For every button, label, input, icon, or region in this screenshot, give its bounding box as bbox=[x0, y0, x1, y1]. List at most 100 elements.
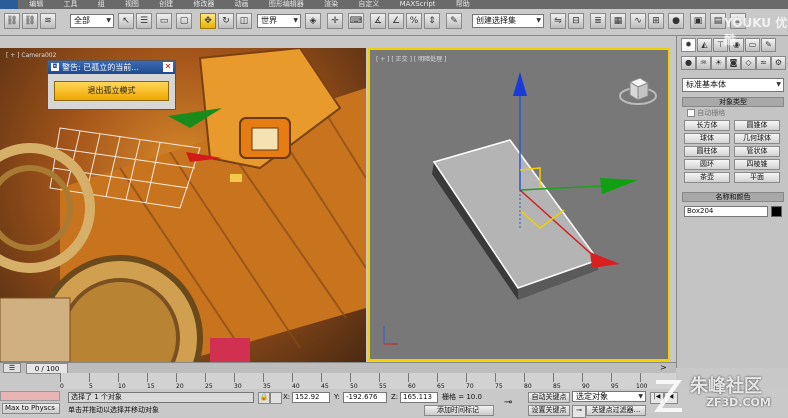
unlink-icon[interactable]: ⛓ bbox=[22, 13, 38, 29]
track-bar[interactable]: 0 5 10 15 20 25 30 35 40 45 50 55 60 65 … bbox=[60, 373, 676, 390]
graphite-tools-icon[interactable]: ▦ bbox=[610, 13, 626, 29]
selection-filter-dropdown[interactable]: 全部 bbox=[70, 14, 114, 28]
close-icon[interactable]: ✕ bbox=[163, 62, 173, 72]
select-object-icon[interactable]: ↖ bbox=[118, 13, 134, 29]
tick-mark bbox=[176, 373, 177, 382]
tick-mark bbox=[379, 373, 380, 382]
modify-tab-icon[interactable]: ◭ bbox=[697, 38, 712, 52]
sphere-button[interactable]: 球体 bbox=[684, 133, 730, 144]
align-icon[interactable]: ⊟ bbox=[568, 13, 584, 29]
app-logo-icon[interactable] bbox=[0, 0, 18, 9]
tick-mark bbox=[582, 373, 583, 382]
tick-mark bbox=[524, 373, 525, 382]
spinner-snap-icon[interactable]: ⇕ bbox=[424, 13, 440, 29]
select-by-name-icon[interactable]: ☰ bbox=[136, 13, 152, 29]
maxscript-listener-mini[interactable] bbox=[0, 391, 60, 401]
key-icon[interactable]: ⊸ bbox=[504, 397, 512, 408]
exit-isolation-button[interactable]: 退出孤立模式 bbox=[54, 81, 169, 101]
name-and-color-rollout-header[interactable]: 名称和颜色 bbox=[682, 192, 784, 202]
cameras-icon[interactable]: ◙ bbox=[726, 56, 741, 70]
select-and-move-icon[interactable]: ✥ bbox=[200, 13, 216, 29]
material-editor-icon[interactable]: ● bbox=[668, 13, 684, 29]
torus-button[interactable]: 圆环 bbox=[684, 159, 730, 170]
menu-item-animation[interactable]: 动画 bbox=[226, 0, 258, 9]
zhufeng-logo-icon bbox=[654, 380, 682, 412]
autogrid-check-icon[interactable] bbox=[687, 109, 695, 117]
next-frame-icon[interactable]: > bbox=[660, 363, 667, 373]
isolate-warning-title-bar[interactable]: ◘ 警告: 已孤立的当前... ✕ bbox=[48, 61, 175, 74]
object-color-swatch[interactable] bbox=[771, 206, 782, 217]
bind-to-space-warp-icon[interactable]: ≋ bbox=[40, 13, 56, 29]
menu-item-create[interactable]: 创建 bbox=[150, 0, 182, 9]
create-tab-icon[interactable]: ✹ bbox=[681, 38, 696, 52]
select-and-rotate-icon[interactable]: ↻ bbox=[218, 13, 234, 29]
layer-manager-icon[interactable]: ≣ bbox=[590, 13, 606, 29]
lights-icon[interactable]: ☀ bbox=[711, 56, 726, 70]
menu-item-graph-editors[interactable]: 图形编辑器 bbox=[260, 0, 313, 9]
menu-item-customize[interactable]: 自定义 bbox=[349, 0, 388, 9]
key-mode-dropdown[interactable]: 选定对象 bbox=[572, 391, 646, 402]
object-name-field[interactable]: Box204 bbox=[684, 206, 768, 217]
orthographic-viewport[interactable]: [ + ] [ 正交 ] [ 明暗处理 ] bbox=[368, 48, 670, 361]
timeline-toggle-icon[interactable]: ☰ bbox=[3, 363, 21, 373]
lock-selection-icon[interactable]: 🔒 bbox=[258, 392, 270, 404]
select-and-scale-icon[interactable]: ◫ bbox=[236, 13, 252, 29]
reference-coordinate-dropdown[interactable]: 世界 bbox=[257, 14, 301, 28]
window-crossing-icon[interactable]: ▢ bbox=[176, 13, 192, 29]
pyramid-button[interactable]: 四棱锥 bbox=[734, 159, 780, 170]
x-coordinate-field[interactable]: 152.92 bbox=[292, 392, 330, 403]
menu-item-maxscript[interactable]: MAXScript bbox=[391, 0, 445, 9]
key-filters-button[interactable]: 关键点过滤器... bbox=[586, 405, 646, 416]
mirror-icon[interactable]: ⇋ bbox=[550, 13, 566, 29]
edit-named-selection-icon[interactable]: ✎ bbox=[446, 13, 462, 29]
teapot-button[interactable]: 茶壶 bbox=[684, 172, 730, 183]
pivot-point-center-icon[interactable]: ◈ bbox=[305, 13, 321, 29]
space-warps-icon[interactable]: ≈ bbox=[756, 56, 771, 70]
shapes-icon[interactable]: ♒ bbox=[696, 56, 711, 70]
percent-snap-icon[interactable]: % bbox=[406, 13, 422, 29]
set-key-button[interactable]: 设置关键点 bbox=[528, 405, 570, 416]
render-setup-icon[interactable]: ▣ bbox=[690, 13, 706, 29]
box-button[interactable]: 长方体 bbox=[684, 120, 730, 131]
set-key-icon[interactable]: ⊸ bbox=[572, 405, 586, 418]
z-coordinate-field[interactable]: 165.113 bbox=[400, 392, 438, 403]
menu-item-rendering[interactable]: 渲染 bbox=[315, 0, 347, 9]
cylinder-button[interactable]: 圆柱体 bbox=[684, 146, 730, 157]
cone-button[interactable]: 圆锥体 bbox=[734, 120, 780, 131]
menu-item-views[interactable]: 视图 bbox=[116, 0, 148, 9]
add-time-tag-button[interactable]: 添加时间标记 bbox=[424, 405, 494, 416]
curve-editor-icon[interactable]: ∿ bbox=[630, 13, 646, 29]
select-and-link-icon[interactable]: ⛓ bbox=[4, 13, 20, 29]
main-toolbar: ⛓ ⛓ ≋ 全部 ↖ ☰ ▭ ▢ ✥ ↻ ◫ 世界 ◈ ✛ ⌨ ∡ ∠ % ⇕ … bbox=[0, 9, 788, 36]
rectangular-selection-icon[interactable]: ▭ bbox=[156, 13, 172, 29]
time-slider[interactable]: ☰ 0 / 100 > bbox=[0, 362, 676, 374]
object-category-dropdown[interactable]: 标准基本体 bbox=[682, 78, 784, 92]
angle-snap-icon[interactable]: ∠ bbox=[388, 13, 404, 29]
auto-key-button[interactable]: 自动关键点 bbox=[528, 392, 570, 403]
menu-item-edit[interactable]: 编辑 bbox=[20, 0, 52, 9]
helpers-icon[interactable]: ◇ bbox=[741, 56, 756, 70]
menu-item-help[interactable]: 帮助 bbox=[447, 0, 479, 9]
geometry-icon[interactable]: ● bbox=[681, 56, 696, 70]
tick-mark bbox=[640, 373, 641, 382]
menu-item-tools[interactable]: 工具 bbox=[54, 0, 86, 9]
schematic-view-icon[interactable]: ⊞ bbox=[648, 13, 664, 29]
keyboard-shortcut-override-icon[interactable]: ⌨ bbox=[348, 13, 364, 29]
y-coordinate-field[interactable]: -192.676 bbox=[343, 392, 387, 403]
snaps-toggle-icon[interactable]: ∡ bbox=[370, 13, 386, 29]
menu-item-group[interactable]: 组 bbox=[89, 0, 114, 9]
max-to-physics-button[interactable]: Max to Physcs bbox=[2, 403, 60, 414]
grid-size: 栅格 = 10.0 bbox=[442, 393, 482, 401]
systems-icon[interactable]: ⚙ bbox=[771, 56, 786, 70]
select-and-manipulate-icon[interactable]: ✛ bbox=[327, 13, 343, 29]
autogrid-checkbox[interactable]: 自动栅格 bbox=[687, 108, 725, 118]
absolute-mode-icon[interactable] bbox=[270, 392, 282, 404]
tube-button[interactable]: 管状体 bbox=[734, 146, 780, 157]
camera-viewport-label[interactable]: [ + ] Camera002 bbox=[6, 52, 56, 59]
object-type-rollout-header[interactable]: 对象类型 bbox=[682, 97, 784, 107]
menu-item-modifiers[interactable]: 修改器 bbox=[184, 0, 223, 9]
named-selection-dropdown[interactable]: 创建选择集 bbox=[472, 14, 544, 28]
plane-button[interactable]: 平面 bbox=[734, 172, 780, 183]
geosphere-button[interactable]: 几何球体 bbox=[734, 133, 780, 144]
zhufeng-brand-watermark: 朱峰社区 bbox=[690, 376, 762, 397]
